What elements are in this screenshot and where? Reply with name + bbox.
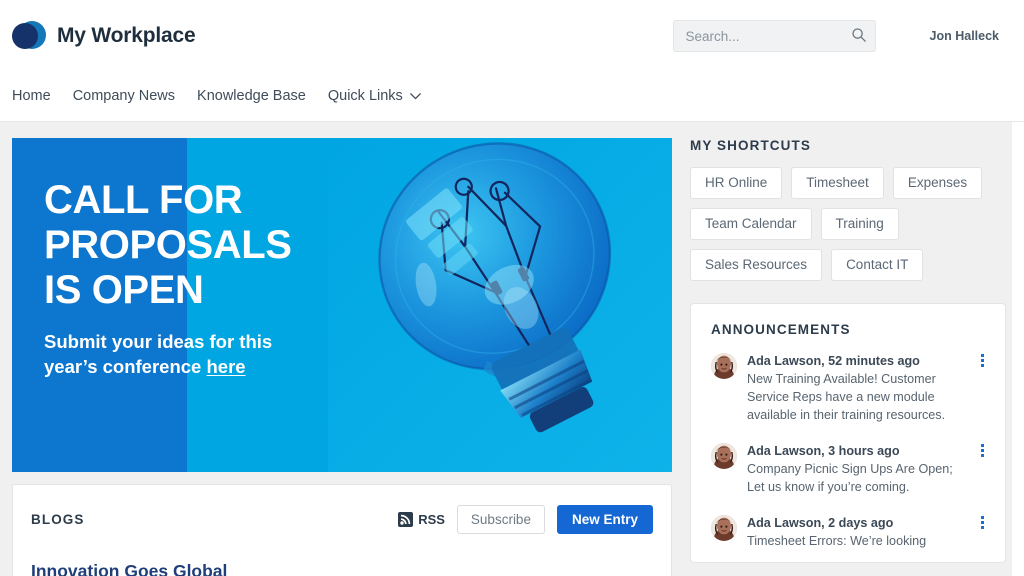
avatar bbox=[711, 442, 737, 469]
announcement-item: Ada Lawson, 2 days ago Timesheet Errors:… bbox=[711, 514, 989, 551]
nav-item-home[interactable]: Home bbox=[12, 88, 51, 104]
announcement-meta: Ada Lawson, 52 minutes ago bbox=[747, 354, 920, 368]
chevron-down-icon bbox=[409, 92, 421, 99]
blogs-card: BLOGS RSS Subscribe New Entry Innovation… bbox=[12, 484, 672, 576]
nav-item-knowledge-base-label: Knowledge Base bbox=[197, 88, 306, 104]
site-header: My Workplace Jon Halleck Home Company Ne… bbox=[0, 0, 1024, 122]
header-right-group: Jon Halleck bbox=[672, 20, 1024, 52]
shortcuts-section: MY SHORTCUTS HR Online Timesheet Expense… bbox=[690, 138, 1022, 281]
hero-subtitle: Submit your ideas for this year’s confer… bbox=[44, 330, 314, 379]
hero-title-line-1: CALL FOR bbox=[44, 178, 243, 222]
announcements-card: ANNOUNCEMENTS Ada Lawson, 52 minutes ago… bbox=[690, 303, 1006, 563]
announcements-section-title: ANNOUNCEMENTS bbox=[711, 322, 851, 337]
search-box[interactable] bbox=[672, 20, 876, 52]
user-name-label[interactable]: Jon Halleck bbox=[930, 29, 999, 43]
overlapping-circles-logo-icon[interactable] bbox=[12, 20, 46, 52]
rss-link[interactable]: RSS bbox=[398, 512, 445, 527]
kebab-menu-icon[interactable] bbox=[975, 515, 989, 532]
kebab-menu-icon[interactable] bbox=[975, 354, 989, 370]
shortcut-team-calendar[interactable]: Team Calendar bbox=[690, 208, 812, 240]
announcement-body: Ada Lawson, 3 hours ago Company Picnic S… bbox=[747, 442, 989, 497]
hero-copy: CALL FOR PROPOSALS IS OPEN Submit your i… bbox=[44, 178, 314, 379]
nav-item-home-label: Home bbox=[12, 88, 51, 104]
shortcut-expenses[interactable]: Expenses bbox=[892, 167, 983, 199]
left-column: CALL FOR PROPOSALS IS OPEN Submit your i… bbox=[12, 122, 676, 576]
shortcuts-list: HR Online Timesheet Expenses Team Calend… bbox=[690, 167, 1010, 281]
page-body: CALL FOR PROPOSALS IS OPEN Submit your i… bbox=[0, 122, 1024, 576]
avatar bbox=[711, 514, 737, 541]
announcement-item: Ada Lawson, 3 hours ago Company Picnic S… bbox=[711, 442, 989, 497]
shortcut-hr-online[interactable]: HR Online bbox=[690, 167, 783, 199]
shortcut-timesheet[interactable]: Timesheet bbox=[791, 167, 884, 199]
blog-entry-title[interactable]: Innovation Goes Global bbox=[31, 561, 653, 576]
shortcut-contact-it[interactable]: Contact IT bbox=[831, 249, 924, 281]
lightbulb-photo bbox=[328, 138, 672, 472]
announcement-item: Ada Lawson, 52 minutes ago New Training … bbox=[711, 352, 989, 425]
nav-item-company-news[interactable]: Company News bbox=[73, 88, 175, 104]
new-entry-button[interactable]: New Entry bbox=[556, 505, 653, 534]
main-navigation: Home Company News Knowledge Base Quick L… bbox=[0, 72, 1024, 120]
hero-banner[interactable]: CALL FOR PROPOSALS IS OPEN Submit your i… bbox=[12, 138, 672, 472]
announcement-text[interactable]: Company Picnic Sign Ups Are Open; Let us… bbox=[747, 461, 973, 497]
announcement-body: Ada Lawson, 2 days ago Timesheet Errors:… bbox=[747, 514, 989, 551]
announcement-body: Ada Lawson, 52 minutes ago New Training … bbox=[747, 352, 989, 425]
nav-item-quick-links-label: Quick Links bbox=[327, 88, 403, 104]
blogs-section-title: BLOGS bbox=[31, 512, 85, 527]
subscribe-button[interactable]: Subscribe bbox=[456, 505, 545, 534]
rss-label: RSS bbox=[418, 512, 445, 527]
rss-icon bbox=[398, 512, 414, 527]
announcement-text[interactable]: New Training Available! Customer Service… bbox=[747, 371, 973, 425]
hero-title-line-3: IS OPEN bbox=[44, 267, 204, 312]
hero-title: CALL FOR PROPOSALS IS OPEN bbox=[44, 178, 314, 312]
kebab-menu-icon[interactable] bbox=[975, 443, 989, 460]
shortcut-training[interactable]: Training bbox=[820, 208, 899, 240]
avatar bbox=[711, 353, 737, 379]
right-column: MY SHORTCUTS HR Online Timesheet Expense… bbox=[690, 122, 1022, 576]
announcement-meta: Ada Lawson, 2 days ago bbox=[747, 515, 894, 530]
logo-circle-front bbox=[12, 23, 38, 49]
hero-here-link[interactable]: here bbox=[206, 356, 245, 377]
hero-title-line-2: PROPOSALS bbox=[44, 222, 292, 267]
search-input[interactable] bbox=[672, 20, 876, 52]
announcement-meta: Ada Lawson, 3 hours ago bbox=[747, 443, 900, 458]
announcement-text[interactable]: Timesheet Errors: We’re looking bbox=[747, 533, 973, 551]
nav-item-company-news-label: Company News bbox=[72, 88, 176, 104]
shortcut-sales-resources[interactable]: Sales Resources bbox=[690, 249, 823, 281]
blogs-header: BLOGS RSS Subscribe New Entry bbox=[31, 505, 653, 534]
nav-item-knowledge-base[interactable]: Knowledge Base bbox=[197, 88, 306, 104]
brand-title: My Workplace bbox=[57, 24, 196, 47]
blogs-actions: RSS Subscribe New Entry bbox=[398, 505, 653, 534]
shortcuts-section-title: MY SHORTCUTS bbox=[690, 138, 811, 153]
nav-item-quick-links[interactable]: Quick Links bbox=[328, 88, 421, 104]
